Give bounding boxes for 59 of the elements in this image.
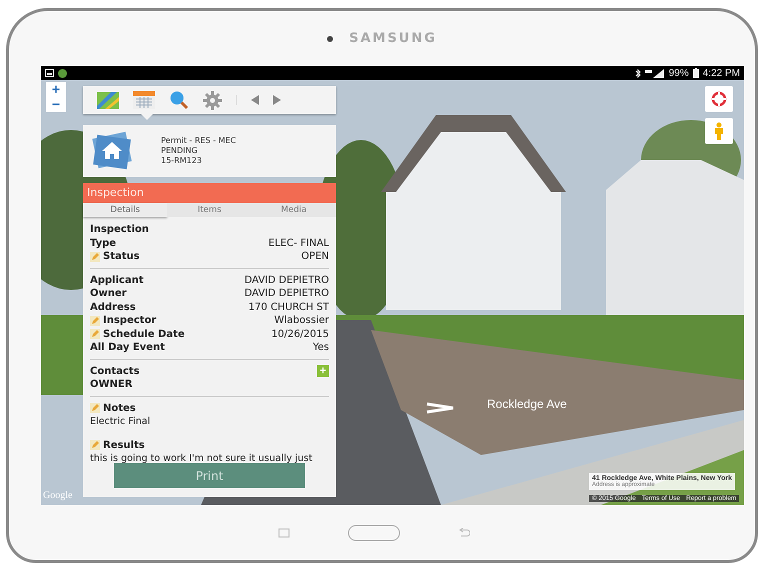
bluetooth-icon [634,68,641,78]
field-value: Wlabossier [274,314,329,328]
camera-icon [327,36,334,42]
signal-icon [644,68,665,78]
pegman-button[interactable] [705,118,733,144]
field-label: Schedule Date [103,328,185,341]
field-value: DAVID DEPIETRO [244,274,329,287]
field-label: Inspection [90,223,149,236]
recent-apps-icon[interactable] [278,528,290,538]
field-value: ELEC- FINAL [268,236,329,250]
globe-icon [58,68,67,78]
field-label: Type [90,236,116,250]
chevron-icon[interactable] [425,402,455,414]
panel-header: Inspection [83,183,336,203]
pencil-icon[interactable] [90,403,100,414]
back-icon[interactable] [458,528,470,538]
section-label: Contacts [90,364,140,378]
section-label: Results [103,438,145,452]
previous-icon[interactable] [251,95,259,105]
field-label: Owner [90,287,127,300]
pencil-icon[interactable] [90,440,100,450]
pencil-icon[interactable] [90,329,100,340]
search-icon[interactable] [169,90,189,110]
battery-icon [692,68,699,78]
field-value: Yes [312,341,329,354]
field-value: 170 CHURCH ST [248,300,329,314]
map-icon[interactable] [97,92,119,108]
note-text: Electric Final [90,415,152,428]
section-label: Notes [103,402,136,415]
map-logo: Google [43,490,72,501]
battery-percent: 99% [668,68,689,78]
field-value: DAVID DEPIETRO [244,287,329,300]
contact-item[interactable]: OWNER [90,378,132,392]
image-icon [45,69,54,77]
note-text: this is going to work I'm not sure it usually just [90,452,314,466]
person-icon [714,122,724,140]
permit-number: 15-RM123 [161,156,203,166]
field-label: Address [90,300,136,314]
home-button[interactable] [348,524,400,540]
field-value: OPEN [301,250,329,264]
brand-logo: SAMSUNG [349,31,437,46]
permit-card[interactable]: Permit - RES - MEC PENDING 15-RM123 [83,125,336,177]
settings-icon[interactable] [203,90,222,110]
field-label: Status [103,250,140,264]
field-label: Applicant [90,274,144,287]
tab[interactable]: Details [83,203,168,217]
clock: 4:22 PM [702,68,740,78]
next-icon[interactable] [273,95,281,105]
pencil-icon[interactable] [90,252,100,262]
field-value: 10/26/2015 [271,328,329,341]
pencil-icon[interactable] [90,316,100,326]
print-button[interactable]: Print [114,463,305,488]
permit-type: Permit - RES - MEC [161,136,236,146]
field-label: Inspector [103,314,156,328]
field-label: All Day Event [90,341,165,354]
permit-status: PENDING [161,146,199,156]
target-icon [711,91,727,107]
calendar-icon[interactable] [133,91,155,109]
street-label: Rockledge Ave [487,397,567,411]
